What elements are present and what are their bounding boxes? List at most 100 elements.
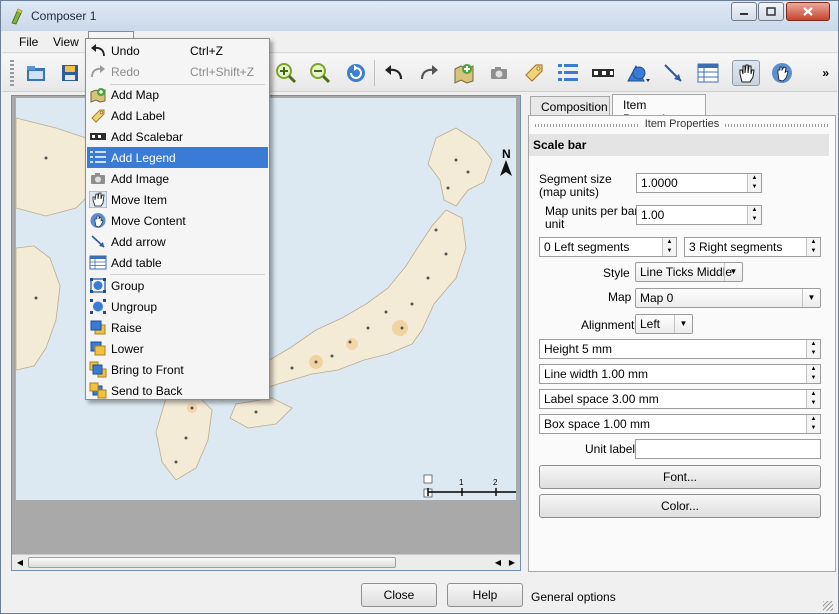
- spin-down-icon[interactable]: ▼: [807, 399, 820, 408]
- add-legend-button[interactable]: [554, 60, 582, 86]
- scrollbar-thumb[interactable]: [28, 557, 396, 568]
- menu-add-label-label: Add Label: [111, 109, 166, 123]
- spin-arrows[interactable]: ▲ ▼: [806, 415, 820, 433]
- menu-redo[interactable]: Redo Ctrl+Shift+Z: [87, 61, 268, 82]
- menu-add-arrow[interactable]: Add arrow: [87, 231, 268, 252]
- style-combobox[interactable]: Line Ticks Middle ▼: [635, 262, 743, 282]
- add-scalebar-button[interactable]: [589, 60, 617, 86]
- menu-lower[interactable]: Lower: [87, 338, 268, 359]
- spin-up-icon[interactable]: ▲: [807, 365, 820, 374]
- spin-up-icon[interactable]: ▲: [807, 238, 820, 247]
- spin-arrows[interactable]: ▲ ▼: [747, 206, 761, 224]
- spin-up-icon[interactable]: ▲: [748, 206, 761, 215]
- label-space-spinbox[interactable]: Label space 3.00 mm ▲ ▼: [539, 389, 821, 409]
- box-space-value: Box space 1.00 mm: [544, 417, 651, 431]
- menu-add-scalebar[interactable]: Add Scalebar: [87, 126, 268, 147]
- zoom-in-button[interactable]: [272, 60, 300, 86]
- move-content-button[interactable]: [768, 60, 796, 86]
- add-shape-button[interactable]: [624, 60, 652, 86]
- spin-arrows[interactable]: ▲ ▼: [747, 174, 761, 192]
- add-image-button[interactable]: [485, 60, 513, 86]
- add-table-button[interactable]: [694, 60, 722, 86]
- redo-button[interactable]: [415, 60, 443, 86]
- menu-view[interactable]: View: [53, 35, 79, 49]
- undo-button[interactable]: [380, 60, 408, 86]
- menu-add-label[interactable]: Add Label: [87, 105, 268, 126]
- tab-composition[interactable]: Composition: [530, 96, 610, 116]
- segment-size-spinbox[interactable]: 1.0000 ▲ ▼: [636, 173, 762, 193]
- select-move-item-button[interactable]: [732, 60, 760, 86]
- scroll-right-icon[interactable]: ▶: [506, 557, 518, 569]
- menu-add-map[interactable]: Add Map: [87, 84, 268, 105]
- spin-up-icon[interactable]: ▲: [748, 174, 761, 183]
- scroll-left-icon[interactable]: ◀: [492, 557, 504, 569]
- menu-undo[interactable]: Undo Ctrl+Z: [87, 40, 268, 61]
- map-units-label: Map units per bar unit: [545, 204, 639, 231]
- dock-grip-right[interactable]: [725, 124, 829, 127]
- left-segments-spinbox[interactable]: 0 Left segments ▲ ▼: [539, 237, 677, 257]
- spin-arrows[interactable]: ▲ ▼: [806, 238, 820, 256]
- menu-move-content[interactable]: Move Content: [87, 210, 268, 231]
- spin-up-icon[interactable]: ▲: [807, 340, 820, 349]
- canvas-horizontal-scrollbar[interactable]: ◀ ◀ ▶: [12, 554, 520, 570]
- spin-arrows[interactable]: ▲ ▼: [806, 340, 820, 358]
- chevron-down-icon[interactable]: ▼: [724, 263, 742, 281]
- unit-label-input[interactable]: [635, 439, 821, 459]
- menu-raise[interactable]: Raise: [87, 317, 268, 338]
- box-space-spinbox[interactable]: Box space 1.00 mm ▲ ▼: [539, 414, 821, 434]
- maximize-button[interactable]: [758, 2, 784, 21]
- line-width-spinbox[interactable]: Line width 1.00 mm ▲ ▼: [539, 364, 821, 384]
- menu-file[interactable]: File: [19, 35, 38, 49]
- minimize-button[interactable]: [731, 2, 757, 21]
- spin-down-icon[interactable]: ▼: [807, 424, 820, 433]
- spin-up-icon[interactable]: ▲: [807, 390, 820, 399]
- open-template-button[interactable]: [22, 60, 50, 86]
- zoom-out-button[interactable]: [306, 60, 334, 86]
- spin-down-icon[interactable]: ▼: [807, 349, 820, 358]
- chevron-down-icon[interactable]: ▼: [674, 315, 692, 333]
- map-units-spinbox[interactable]: 1.00 ▲ ▼: [636, 205, 762, 225]
- spin-up-icon[interactable]: ▲: [807, 415, 820, 424]
- spin-arrows[interactable]: ▲ ▼: [662, 238, 676, 256]
- close-button[interactable]: Close: [361, 583, 437, 607]
- toolbar-overflow-button[interactable]: »: [822, 66, 829, 80]
- chevron-down-icon[interactable]: ▼: [802, 289, 820, 307]
- spin-down-icon[interactable]: ▼: [807, 374, 820, 383]
- menu-group[interactable]: Group: [87, 275, 268, 296]
- menu-send-to-back[interactable]: Send to Back: [87, 380, 268, 401]
- tab-item-properties[interactable]: Item Properties: [612, 94, 706, 126]
- alignment-combobox[interactable]: Left ▼: [635, 314, 693, 334]
- menu-add-table[interactable]: Add table: [87, 252, 268, 273]
- scalebar-section-header[interactable]: Scale bar: [529, 134, 829, 156]
- color-button[interactable]: Color...: [539, 494, 821, 518]
- spin-down-icon[interactable]: ▼: [663, 247, 676, 256]
- north-arrow-label: N: [502, 147, 511, 161]
- right-segments-spinbox[interactable]: 3 Right segments ▲ ▼: [684, 237, 821, 257]
- toolbar-grip[interactable]: [10, 60, 14, 86]
- spin-arrows[interactable]: ▲ ▼: [806, 390, 820, 408]
- spin-arrows[interactable]: ▲ ▼: [806, 365, 820, 383]
- menu-ungroup[interactable]: Ungroup: [87, 296, 268, 317]
- menu-bring-to-front[interactable]: Bring to Front: [87, 359, 268, 380]
- move-content-icon: [90, 213, 106, 228]
- spin-down-icon[interactable]: ▼: [748, 183, 761, 192]
- menu-redo-shortcut: Ctrl+Shift+Z: [190, 65, 255, 79]
- map-combobox[interactable]: Map 0 ▼: [635, 288, 821, 308]
- refresh-view-button[interactable]: [342, 60, 370, 86]
- close-window-button[interactable]: [786, 2, 830, 21]
- add-arrow-button[interactable]: [659, 60, 687, 86]
- menu-add-legend[interactable]: Add Legend: [87, 147, 268, 168]
- resize-grip[interactable]: [823, 601, 833, 611]
- add-label-button[interactable]: [520, 60, 548, 86]
- menu-move-item[interactable]: Move Item: [87, 189, 268, 210]
- font-button[interactable]: Font...: [539, 465, 821, 489]
- height-spinbox[interactable]: Height 5 mm ▲ ▼: [539, 339, 821, 359]
- scroll-left-icon[interactable]: ◀: [14, 557, 26, 569]
- spin-down-icon[interactable]: ▼: [807, 247, 820, 256]
- save-template-button[interactable]: [56, 60, 84, 86]
- spin-up-icon[interactable]: ▲: [663, 238, 676, 247]
- spin-down-icon[interactable]: ▼: [748, 215, 761, 224]
- help-button[interactable]: Help: [447, 583, 523, 607]
- add-map-button[interactable]: [450, 60, 478, 86]
- menu-add-image[interactable]: Add Image: [87, 168, 268, 189]
